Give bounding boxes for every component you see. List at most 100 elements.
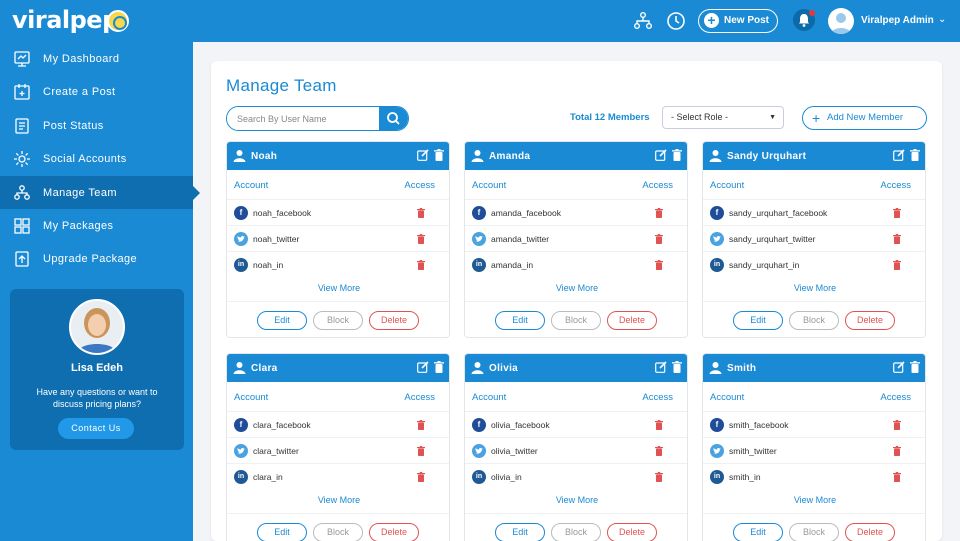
delete-member-button[interactable]: Delete <box>369 523 419 541</box>
sidebar-item-manage-team[interactable]: Manage Team <box>0 176 200 209</box>
trash-icon[interactable] <box>417 208 425 218</box>
account-row: in olivia_in <box>465 463 687 489</box>
trash-icon[interactable] <box>655 260 663 270</box>
delete-member-button[interactable]: Delete <box>369 311 419 330</box>
account-name: olivia_twitter <box>491 446 538 456</box>
trash-icon[interactable] <box>434 361 444 373</box>
member-card: Clara Account Access f clara_facebook clara_t… <box>226 353 450 541</box>
block-member-button[interactable]: Block <box>551 523 601 541</box>
sidebar-item-dashboard[interactable]: My Dashboard <box>0 42 193 75</box>
role-select[interactable]: - Select Role - ▼ <box>662 106 784 129</box>
twitter-icon <box>472 232 486 246</box>
delete-member-button[interactable]: Delete <box>607 523 657 541</box>
user-avatar[interactable] <box>828 8 854 34</box>
trash-icon[interactable] <box>655 472 663 482</box>
trash-icon[interactable] <box>417 234 425 244</box>
clock-icon[interactable] <box>666 11 686 31</box>
trash-icon[interactable] <box>655 234 663 244</box>
total-members: Total 12 Members <box>570 112 650 123</box>
block-member-button[interactable]: Block <box>789 523 839 541</box>
edit-icon[interactable] <box>893 149 905 161</box>
trash-icon[interactable] <box>910 361 920 373</box>
account-row: clara_twitter <box>227 437 449 463</box>
account-row: in smith_in <box>703 463 925 489</box>
add-new-member-button[interactable]: + Add New Member <box>802 106 927 130</box>
member-card: Sandy Urquhart Account Access f sandy_urquha… <box>702 141 926 338</box>
edit-icon[interactable] <box>893 361 905 373</box>
account-row: in sandy_urquhart_in <box>703 251 925 277</box>
block-member-button[interactable]: Block <box>313 523 363 541</box>
linkedin-icon: in <box>472 258 486 272</box>
trash-icon[interactable] <box>893 234 901 244</box>
block-member-button[interactable]: Block <box>789 311 839 330</box>
account-name: noah_facebook <box>253 208 312 218</box>
delete-member-button[interactable]: Delete <box>845 311 895 330</box>
sidebar-item-post-status[interactable]: Post Status <box>0 109 193 142</box>
view-more-link[interactable]: View More <box>227 283 449 293</box>
account-name: sandy_urquhart_in <box>729 260 800 270</box>
create-post-icon <box>14 84 30 100</box>
trash-icon[interactable] <box>893 472 901 482</box>
view-more-link[interactable]: View More <box>703 283 925 293</box>
account-name: smith_in <box>729 472 761 482</box>
block-member-button[interactable]: Block <box>313 311 363 330</box>
edit-icon[interactable] <box>417 361 429 373</box>
view-more-link[interactable]: View More <box>227 495 449 505</box>
contact-us-button[interactable]: Contact Us <box>58 418 134 439</box>
plus-icon: + <box>704 13 719 28</box>
trash-icon[interactable] <box>434 149 444 161</box>
edit-member-button[interactable]: Edit <box>495 523 545 541</box>
chevron-down-icon[interactable]: ⌄ <box>938 14 946 25</box>
search-button[interactable] <box>379 107 408 130</box>
edit-icon[interactable] <box>655 361 667 373</box>
edit-member-button[interactable]: Edit <box>733 311 783 330</box>
trash-icon[interactable] <box>672 149 682 161</box>
packages-icon <box>14 218 30 234</box>
edit-member-button[interactable]: Edit <box>257 311 307 330</box>
sidebar-item-create-post[interactable]: Create a Post <box>0 75 193 108</box>
trash-icon[interactable] <box>417 446 425 456</box>
linkedin-icon: in <box>234 470 248 484</box>
user-name[interactable]: Viralpep Admin <box>861 15 934 26</box>
team-structure-icon[interactable] <box>633 11 653 31</box>
account-row: in clara_in <box>227 463 449 489</box>
edit-icon[interactable] <box>417 149 429 161</box>
edit-member-button[interactable]: Edit <box>257 523 307 541</box>
member-actions: Edit Block Delete <box>703 513 925 541</box>
trash-icon[interactable] <box>893 260 901 270</box>
sidebar-item-label: Create a Post <box>43 86 116 98</box>
facebook-icon: f <box>234 418 248 432</box>
trash-icon[interactable] <box>893 208 901 218</box>
block-member-button[interactable]: Block <box>551 311 601 330</box>
trash-icon[interactable] <box>655 208 663 218</box>
sidebar-item-label: Manage Team <box>43 187 117 199</box>
trash-icon[interactable] <box>655 446 663 456</box>
access-column-header: Access <box>880 180 911 191</box>
app-logo[interactable]: viralpep <box>12 6 119 34</box>
trash-icon[interactable] <box>910 149 920 161</box>
trash-icon[interactable] <box>417 472 425 482</box>
sidebar-item-upgrade-package[interactable]: Upgrade Package <box>0 242 193 275</box>
delete-member-button[interactable]: Delete <box>607 311 657 330</box>
trash-icon[interactable] <box>893 446 901 456</box>
search-input[interactable] <box>227 107 380 130</box>
view-more-link[interactable]: View More <box>465 495 687 505</box>
trash-icon[interactable] <box>893 420 901 430</box>
delete-member-button[interactable]: Delete <box>845 523 895 541</box>
edit-member-button[interactable]: Edit <box>733 523 783 541</box>
trash-icon[interactable] <box>672 361 682 373</box>
view-more-link[interactable]: View More <box>465 283 687 293</box>
sidebar-item-social-accounts[interactable]: Social Accounts <box>0 142 193 175</box>
trash-icon[interactable] <box>655 420 663 430</box>
account-row: f noah_facebook <box>227 199 449 225</box>
trash-icon[interactable] <box>417 260 425 270</box>
trash-icon[interactable] <box>417 420 425 430</box>
view-more-link[interactable]: View More <box>703 495 925 505</box>
twitter-icon <box>472 444 486 458</box>
new-post-button[interactable]: + New Post <box>698 9 778 33</box>
person-icon <box>709 362 722 374</box>
sidebar-item-my-packages[interactable]: My Packages <box>0 209 193 242</box>
upgrade-icon <box>15 251 29 267</box>
edit-member-button[interactable]: Edit <box>495 311 545 330</box>
edit-icon[interactable] <box>655 149 667 161</box>
